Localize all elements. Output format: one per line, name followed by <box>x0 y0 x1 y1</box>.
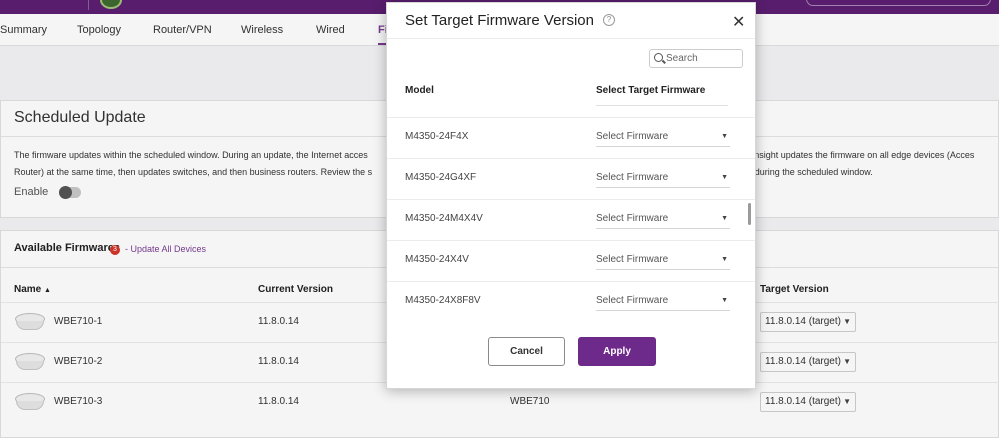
dialog-title: Set Target Firmware Version <box>405 12 594 29</box>
help-icon[interactable]: ? <box>603 14 615 26</box>
firmware-select[interactable]: Select Firmware ▼ <box>596 168 730 188</box>
caret-down-icon: ▼ <box>721 133 728 140</box>
firmware-select[interactable]: Select Firmware ▼ <box>596 209 730 229</box>
firmware-select-value: Select Firmware <box>596 213 669 224</box>
model-search-input[interactable] <box>666 51 740 66</box>
model-name: M4350-24M4X4V <box>405 213 483 224</box>
list-item: M4350-24G4XF Select Firmware ▼ <box>387 158 755 199</box>
caret-down-icon: ▼ <box>721 215 728 222</box>
list-item: M4350-24F4X Select Firmware ▼ <box>387 117 755 158</box>
cancel-button[interactable]: Cancel <box>488 337 565 366</box>
column-header-select-target-firmware: Select Target Firmware <box>596 85 706 96</box>
divider <box>596 105 728 106</box>
caret-down-icon: ▼ <box>721 174 728 181</box>
firmware-select-value: Select Firmware <box>596 131 669 142</box>
list-item: M4350-24M4X4V Select Firmware ▼ <box>387 199 755 240</box>
list-item: M4350-24X8F8V Select Firmware ▼ <box>387 281 755 322</box>
firmware-select[interactable]: Select Firmware ▼ <box>596 250 730 270</box>
apply-button[interactable]: Apply <box>578 337 656 366</box>
list-scrollbar[interactable] <box>748 203 751 225</box>
column-header-model: Model <box>405 85 434 96</box>
firmware-select-value: Select Firmware <box>596 254 669 265</box>
search-icon <box>654 53 663 62</box>
firmware-select[interactable]: Select Firmware ▼ <box>596 127 730 147</box>
model-name: M4350-24X4V <box>405 254 469 265</box>
firmware-select-value: Select Firmware <box>596 172 669 183</box>
firmware-select-value: Select Firmware <box>596 295 669 306</box>
list-item: M4350-24X4V Select Firmware ▼ <box>387 240 755 281</box>
model-name: M4350-24G4XF <box>405 172 477 183</box>
divider <box>387 38 755 39</box>
caret-down-icon: ▼ <box>721 297 728 304</box>
model-name: M4350-24F4X <box>405 131 469 142</box>
firmware-select[interactable]: Select Firmware ▼ <box>596 291 730 311</box>
caret-down-icon: ▼ <box>721 256 728 263</box>
model-name: M4350-24X8F8V <box>405 295 481 306</box>
set-target-firmware-dialog: Set Target Firmware Version ? ✕ Model Se… <box>386 2 756 389</box>
model-search-box <box>649 49 743 68</box>
close-icon[interactable]: ✕ <box>732 12 745 32</box>
